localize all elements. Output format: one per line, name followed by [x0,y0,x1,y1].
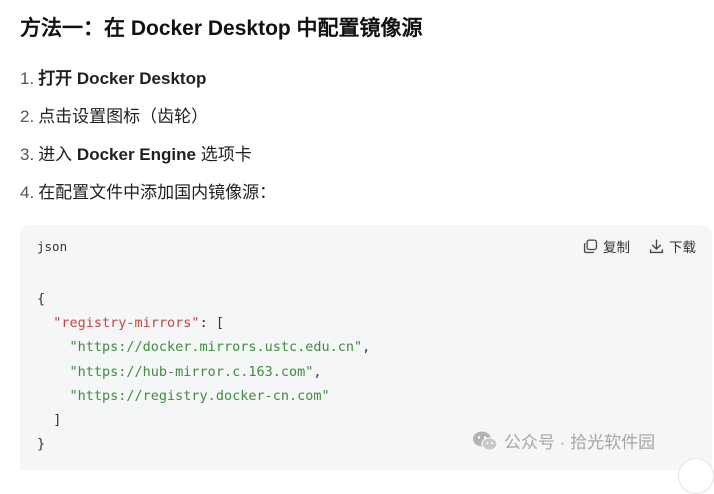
download-button[interactable]: 下载 [648,236,696,256]
code-open-brace: { [37,291,46,307]
code-comma: , [313,363,322,380]
step-bold-text: Docker Engine [76,145,196,164]
copy-icon [583,238,598,253]
step-number: 4. [20,183,35,202]
list-item: 2. 点击设置图标（齿轮） [20,102,276,140]
code-key-suffix: : [ [199,315,224,332]
step-text: 点击设置图标（齿轮） [38,107,209,126]
step-number: 2. [20,107,35,126]
scroll-to-bottom-button[interactable] [678,458,714,494]
code-mirror-url: "https://hub-mirror.c.163.com" [69,363,314,380]
step-number: 1. [20,69,35,88]
step-text: 进入 [38,145,77,164]
copy-button[interactable]: 复制 [582,236,630,256]
code-mirror-url: "https://docker.mirrors.ustc.edu.cn" [69,339,363,356]
code-close-brace: } [37,436,46,453]
copy-label: 复制 [603,240,630,255]
list-item: 1. 打开 Docker Desktop [20,64,276,102]
watermark-text: 公众号 · 拾光软件园 [504,433,656,452]
step-text-suffix: 选项卡 [195,145,252,164]
step-bold-text: 打开 Docker Desktop [38,69,207,88]
step-text: 在配置文件中添加国内镜像源： [38,183,277,202]
section-heading: 方法一：在 Docker Desktop 中配置镜像源 [20,17,423,40]
code-actions: 复制 下载 [582,236,696,256]
step-number: 3. [20,145,35,164]
code-key: "registry-mirrors" [53,315,200,332]
code-content: { "registry-mirrors": [ "https://docker.… [37,287,370,456]
wechat-icon [473,431,498,451]
code-close-bracket: ] [53,412,62,429]
code-mirror-url: "https://registry.docker-cn.com" [69,387,330,404]
code-comma: , [362,339,371,356]
download-icon [649,238,664,253]
steps-list: 1. 打开 Docker Desktop 2. 点击设置图标（齿轮） 3. 进入 Do… [20,64,276,216]
code-header: json 复制 下载 [20,225,712,269]
watermark: 公众号 · 拾光软件园 [472,428,655,453]
list-item: 4. 在配置文件中添加国内镜像源： [20,178,276,216]
code-language-label: json [37,239,68,254]
download-label: 下载 [669,240,696,255]
list-item: 3. 进入 Docker Engine 选项卡 [20,140,276,178]
